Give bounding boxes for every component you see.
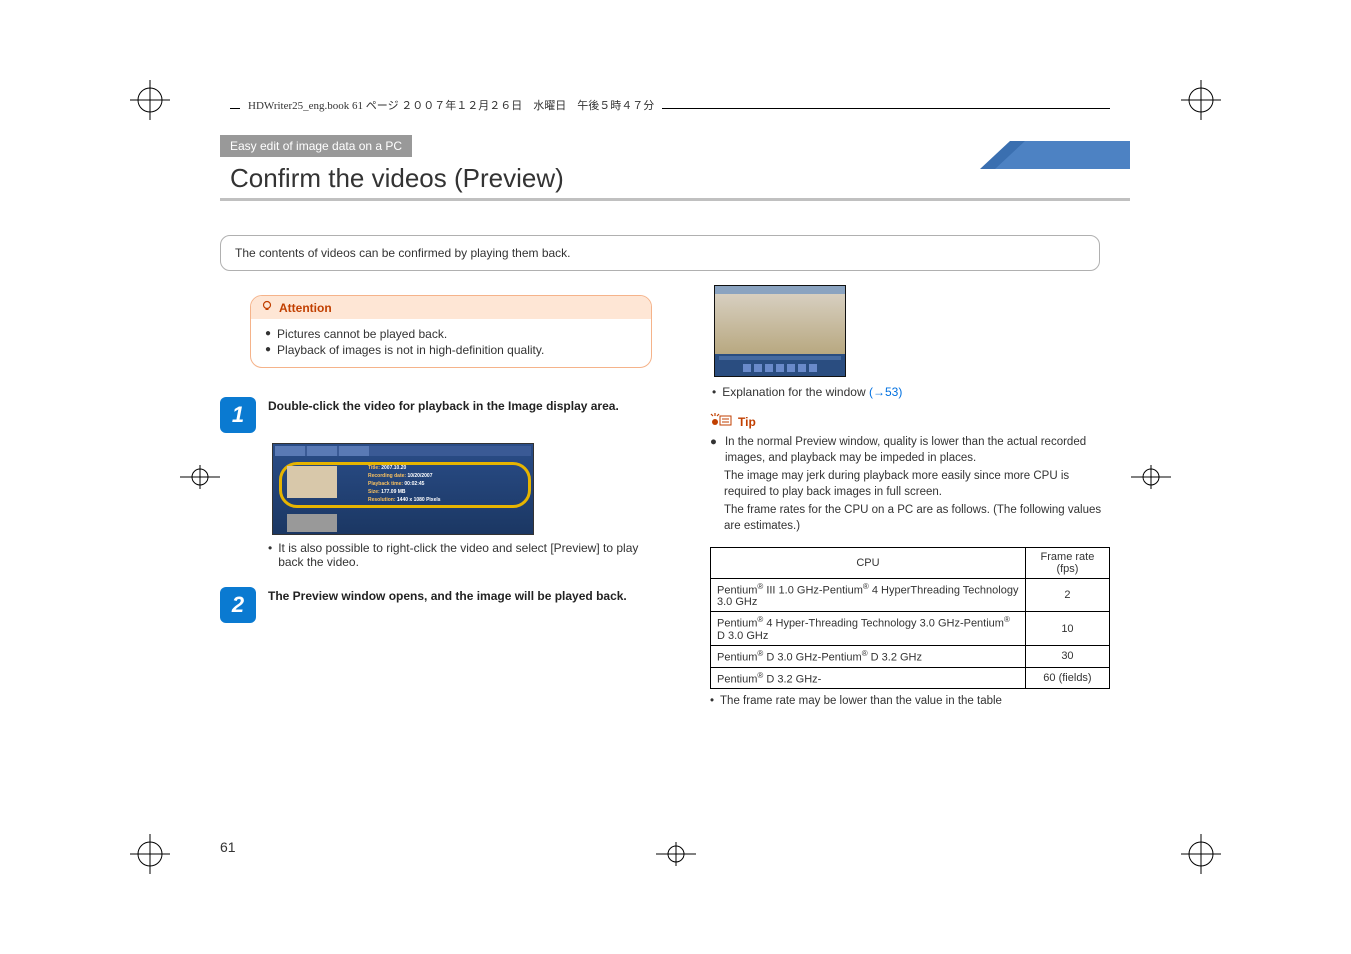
tip-label: Tip bbox=[738, 415, 756, 429]
framerate-cell: 30 bbox=[1025, 645, 1109, 667]
meta-time: 00:02:45 bbox=[404, 481, 424, 487]
bulb-icon bbox=[261, 300, 273, 315]
step-2: 2 The Preview window opens, and the imag… bbox=[220, 587, 660, 623]
step-sub-bullet: • It is also possible to right-click the… bbox=[268, 541, 660, 569]
cropmark-icon bbox=[180, 457, 220, 497]
preview-window-screenshot bbox=[714, 285, 846, 377]
tip-cont-text: The frame rates for the CPU on a PC are … bbox=[724, 502, 1110, 534]
table-row: Pentium® D 3.0 GHz-Pentium® D 3.2 GHz30 bbox=[711, 645, 1110, 667]
table-header-cpu: CPU bbox=[711, 547, 1026, 578]
section-header: Easy edit of image data on a PC Confirm … bbox=[220, 135, 1130, 201]
table-row: Pentium® D 3.2 GHz-60 (fields) bbox=[711, 667, 1110, 689]
attention-line: Pictures cannot be played back. bbox=[277, 327, 447, 341]
meta-res: 1440 x 1080 Pixels bbox=[397, 497, 441, 503]
right-column: • Explanation for the window (→53) Tip bbox=[710, 285, 1110, 707]
explanation-link[interactable]: (→53) bbox=[869, 385, 902, 399]
title-accent-icon bbox=[980, 141, 1130, 169]
meta-size: 177.09 MB bbox=[381, 489, 405, 495]
cpu-cell: Pentium® III 1.0 GHz-Pentium® 4 HyperThr… bbox=[711, 578, 1026, 612]
image-display-screenshot: Title: 2007.10.20 Recording date: 10/20/… bbox=[272, 443, 534, 535]
step-sub-text: It is also possible to right-click the v… bbox=[278, 541, 660, 569]
cropmark-icon bbox=[1181, 834, 1221, 874]
explanation-text: Explanation for the window bbox=[722, 385, 865, 399]
meta-title: 2007.10.20 bbox=[381, 465, 406, 471]
tip-header: Tip bbox=[710, 413, 1110, 430]
cpu-cell: Pentium® D 3.0 GHz-Pentium® D 3.2 GHz bbox=[711, 645, 1026, 667]
cpu-frame-rate-table: CPU Frame rate (fps) Pentium® III 1.0 GH… bbox=[710, 547, 1110, 690]
attention-box: Attention ● Pictures cannot be played bac… bbox=[250, 295, 652, 368]
cpu-cell: Pentium® 4 Hyper-Threading Technology 3.… bbox=[711, 612, 1026, 646]
section-title: Confirm the videos (Preview) bbox=[220, 161, 980, 196]
framerate-cell: 2 bbox=[1025, 578, 1109, 612]
bullet-icon: ● bbox=[710, 434, 717, 466]
bullet-icon: • bbox=[710, 695, 714, 707]
table-note-text: The frame rate may be lower than the val… bbox=[720, 695, 1002, 707]
file-header-bar: HDWriter25_eng.book 61 ページ ２００７年１２月２６日 水… bbox=[230, 95, 1110, 121]
table-footnote: • The frame rate may be lower than the v… bbox=[710, 695, 1110, 707]
step-number-badge: 1 bbox=[220, 397, 256, 433]
video-thumbnail-icon bbox=[287, 466, 337, 498]
explanation-line: • Explanation for the window (→53) bbox=[712, 385, 1110, 399]
bullet-icon: ● bbox=[265, 343, 271, 357]
framerate-cell: 60 (fields) bbox=[1025, 667, 1109, 689]
table-header-framerate: Frame rate (fps) bbox=[1025, 547, 1109, 578]
section-subtitle: Easy edit of image data on a PC bbox=[220, 135, 412, 157]
framerate-cell: 10 bbox=[1025, 612, 1109, 646]
cropmark-icon bbox=[130, 834, 170, 874]
cropmark-icon bbox=[1131, 457, 1171, 497]
tip-main-text: In the normal Preview window, quality is… bbox=[725, 434, 1110, 466]
step-1: 1 Double-click the video for playback in… bbox=[220, 397, 660, 433]
bullet-icon: • bbox=[268, 541, 272, 569]
bullet-icon: • bbox=[712, 385, 716, 399]
cropmark-icon bbox=[1181, 80, 1221, 120]
meta-date: 10/20/2007 bbox=[407, 473, 432, 479]
cropmark-icon bbox=[130, 80, 170, 120]
step-number-badge: 2 bbox=[220, 587, 256, 623]
tip-cont-text: The image may jerk during playback more … bbox=[724, 468, 1110, 500]
table-row: Pentium® III 1.0 GHz-Pentium® 4 HyperThr… bbox=[711, 578, 1110, 612]
table-row: Pentium® 4 Hyper-Threading Technology 3.… bbox=[711, 612, 1110, 646]
attention-label: Attention bbox=[279, 301, 332, 315]
page-number: 61 bbox=[220, 839, 236, 855]
cpu-cell: Pentium® D 3.2 GHz- bbox=[711, 667, 1026, 689]
step-text: Double-click the video for playback in t… bbox=[268, 397, 619, 433]
attention-line: Playback of images is not in high-defini… bbox=[277, 343, 544, 357]
bullet-icon: ● bbox=[265, 327, 271, 341]
steps-column: 1 Double-click the video for playback in… bbox=[220, 385, 660, 623]
file-header-text: HDWriter25_eng.book 61 ページ ２００７年１２月２６日 水… bbox=[240, 97, 662, 113]
step-text: The Preview window opens, and the image … bbox=[268, 587, 627, 623]
intro-box: The contents of videos can be confirmed … bbox=[220, 235, 1100, 271]
tip-icon bbox=[710, 413, 732, 430]
